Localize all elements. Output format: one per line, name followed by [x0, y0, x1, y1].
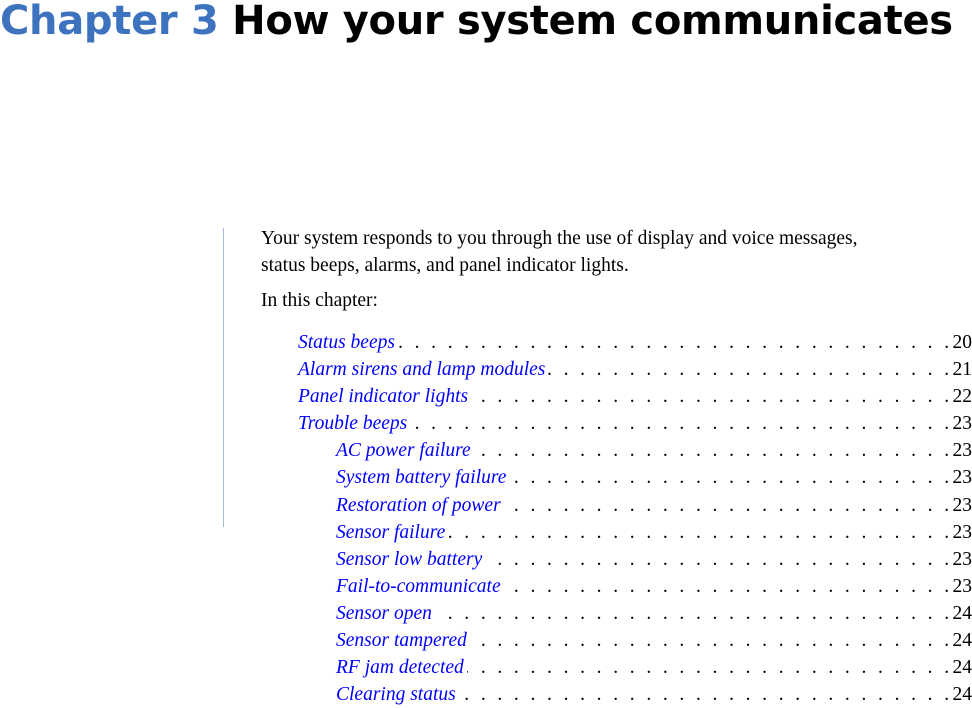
toc-link[interactable]: Panel indicator lights — [298, 383, 471, 410]
toc-entry[interactable]: Sensor failure . . . . . . . . . . . . .… — [0, 519, 972, 546]
toc-page-number[interactable]: 23 — [953, 546, 972, 573]
toc-link[interactable]: Sensor low battery — [336, 546, 485, 573]
toc-dot-leader: . . . . . . . . . . . . . . . . . . . . … — [435, 600, 953, 627]
toc-dot-leader: . . . . . . . . . . . . . . . . . . . . … — [448, 519, 952, 546]
toc-entry[interactable]: System battery failure . . . . . . . . .… — [0, 464, 972, 491]
toc-entry[interactable]: Alarm sirens and lamp modules . . . . . … — [0, 356, 972, 383]
toc-dot-leader: . . . . . . . . . . . . . . . . . . . . … — [509, 464, 952, 491]
toc-link[interactable]: Trouble beeps — [298, 410, 410, 437]
toc-dot-leader: . . . . . . . . . . . . . . . . . . . . … — [548, 356, 952, 383]
toc-entry[interactable]: Restoration of power . . . . . . . . . .… — [0, 492, 972, 519]
toc-entry[interactable]: Sensor open . . . . . . . . . . . . . . … — [0, 600, 972, 627]
intro-paragraph: Your system responds to you through the … — [261, 225, 972, 279]
toc-entry[interactable]: Clearing status . . . . . . . . . . . . … — [0, 681, 972, 708]
toc-entry[interactable]: Fail-to-communicate . . . . . . . . . . … — [0, 573, 972, 600]
toc-dot-leader: . . . . . . . . . . . . . . . . . . . . … — [474, 437, 953, 464]
chapter-toc: Status beeps . . . . . . . . . . . . . .… — [0, 329, 972, 708]
toc-entry[interactable]: RF jam detected . . . . . . . . . . . . … — [0, 654, 972, 681]
toc-page-number[interactable]: 24 — [953, 600, 972, 627]
chapter-heading: Chapter 3 How your system communicates — [0, 0, 953, 46]
toc-link[interactable]: Clearing status — [336, 681, 459, 708]
toc-link[interactable]: Fail-to-communicate — [336, 573, 504, 600]
toc-page-number[interactable]: 24 — [953, 654, 972, 681]
toc-page-number[interactable]: 23 — [953, 437, 972, 464]
toc-link[interactable]: Sensor tampered — [336, 627, 470, 654]
toc-page-number[interactable]: 21 — [953, 356, 972, 383]
toc-entry[interactable]: Status beeps . . . . . . . . . . . . . .… — [0, 329, 972, 356]
toc-page-number[interactable]: 23 — [953, 573, 972, 600]
toc-entry[interactable]: Sensor tampered . . . . . . . . . . . . … — [0, 627, 972, 654]
chapter-title: How your system communicates — [232, 0, 953, 44]
toc-entry[interactable]: AC power failure . . . . . . . . . . . .… — [0, 437, 972, 464]
toc-dot-leader: . . . . . . . . . . . . . . . . . . . . … — [471, 383, 952, 410]
toc-link[interactable]: RF jam detected — [336, 654, 467, 681]
intro-line-1: Your system responds to you through the … — [261, 228, 858, 249]
toc-link[interactable]: Restoration of power — [336, 492, 504, 519]
toc-dot-leader: . . . . . . . . . . . . . . . . . . . . … — [410, 410, 952, 437]
toc-link[interactable]: Sensor failure — [336, 519, 448, 546]
toc-page-number[interactable]: 20 — [953, 329, 972, 356]
toc-page-number[interactable]: 24 — [953, 681, 972, 708]
toc-dot-leader: . . . . . . . . . . . . . . . . . . . . … — [485, 546, 952, 573]
toc-dot-leader: . . . . . . . . . . . . . . . . . . . . … — [470, 627, 953, 654]
toc-dot-leader: . . . . . . . . . . . . . . . . . . . . … — [504, 573, 953, 600]
intro-line-2: status beeps, alarms, and panel indicato… — [261, 255, 629, 276]
in-this-chapter-label: In this chapter: — [261, 287, 972, 314]
toc-link[interactable]: AC power failure — [336, 437, 474, 464]
toc-page-number[interactable]: 23 — [953, 410, 972, 437]
toc-page-number[interactable]: 24 — [953, 627, 972, 654]
toc-dot-leader: . . . . . . . . . . . . . . . . . . . . … — [398, 329, 953, 356]
toc-link[interactable]: Status beeps — [298, 329, 398, 356]
chapter-number: Chapter 3 — [0, 0, 219, 44]
toc-link[interactable]: System battery failure — [336, 464, 509, 491]
toc-page-number[interactable]: 23 — [953, 492, 972, 519]
toc-page-number[interactable]: 23 — [953, 464, 972, 491]
toc-link[interactable]: Alarm sirens and lamp modules — [298, 356, 548, 383]
toc-entry[interactable]: Sensor low battery . . . . . . . . . . .… — [0, 546, 972, 573]
toc-link[interactable]: Sensor open — [336, 600, 435, 627]
toc-entry[interactable]: Panel indicator lights . . . . . . . . .… — [0, 383, 972, 410]
toc-page-number[interactable]: 23 — [953, 519, 972, 546]
toc-page-number[interactable]: 22 — [953, 383, 972, 410]
toc-entry[interactable]: Trouble beeps . . . . . . . . . . . . . … — [0, 410, 972, 437]
toc-dot-leader: . . . . . . . . . . . . . . . . . . . . … — [459, 681, 953, 708]
toc-dot-leader: . . . . . . . . . . . . . . . . . . . . … — [504, 492, 953, 519]
toc-dot-leader: . . . . . . . . . . . . . . . . . . . . … — [467, 654, 953, 681]
